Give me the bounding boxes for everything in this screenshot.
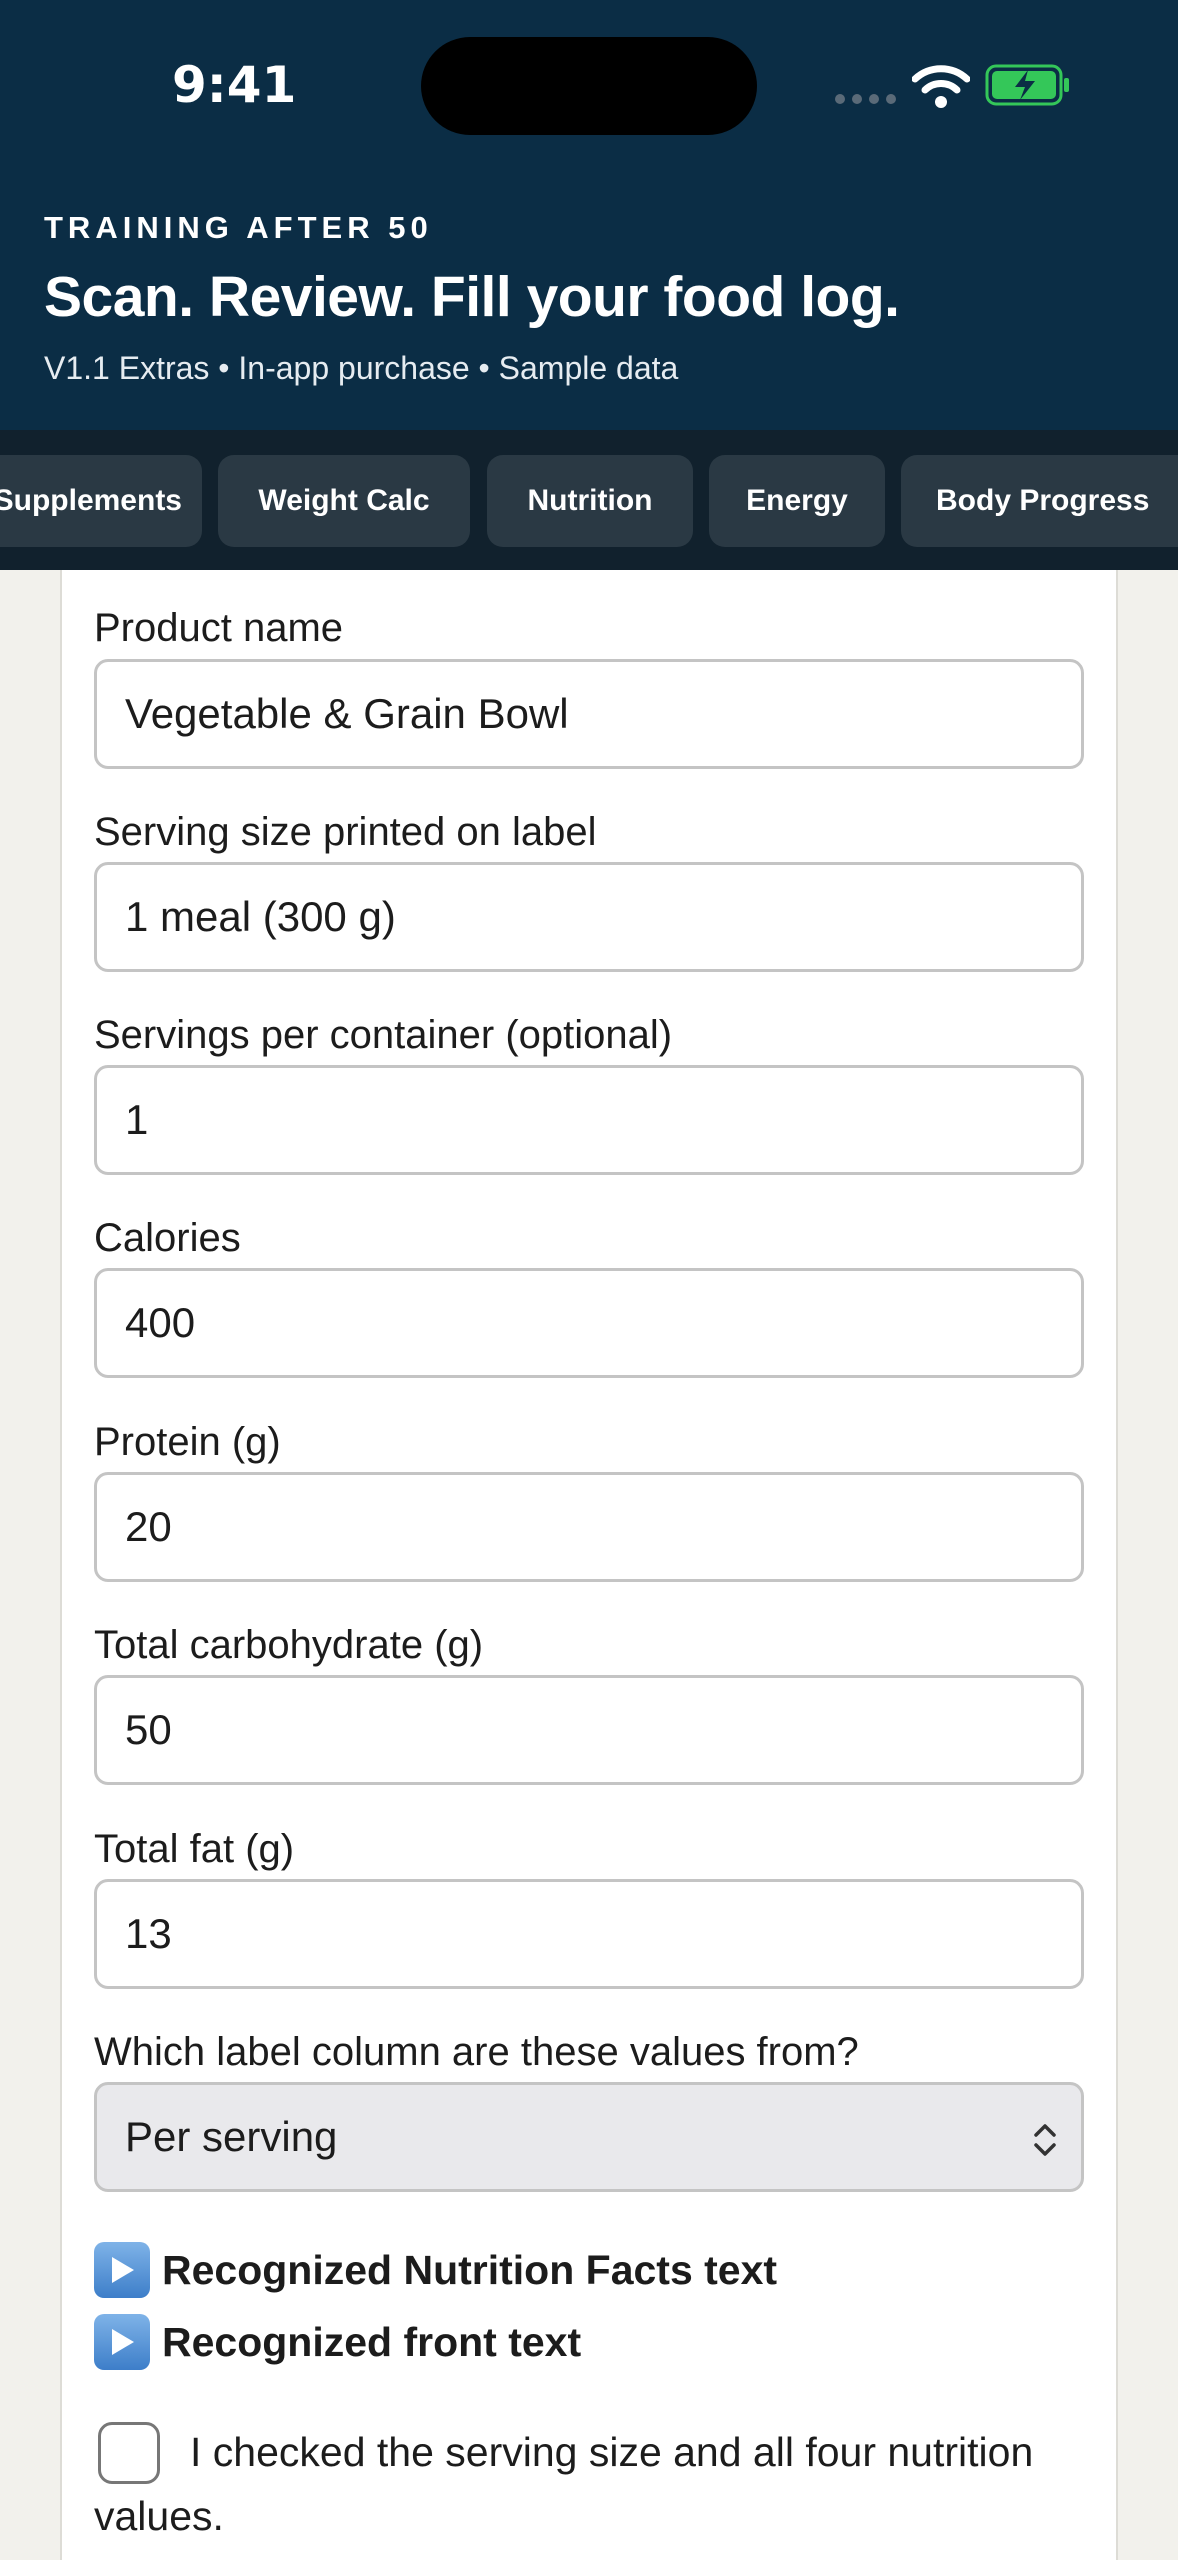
calories-label: Calories	[94, 1216, 241, 1260]
label-column-selected: Per serving	[125, 2113, 338, 2160]
servings-per-container-input[interactable]	[94, 1065, 1084, 1175]
scroll-content[interactable]: Product name Serving size printed on lab…	[0, 570, 1178, 2560]
disclosure-play-icon	[94, 2242, 150, 2298]
tab-bar: Supplements Weight Calc Nutrition Energy…	[0, 430, 1178, 570]
recognized-front-toggle[interactable]: Recognized front text	[94, 2314, 581, 2370]
label-column-label: Which label column are these values from…	[94, 2030, 859, 2074]
carbohydrate-input[interactable]	[94, 1675, 1084, 1785]
tab-energy[interactable]: Energy	[709, 455, 885, 547]
wifi-icon	[912, 65, 970, 108]
recognized-nutrition-label: Recognized Nutrition Facts text	[162, 2246, 778, 2293]
confirm-checkbox[interactable]	[98, 2422, 160, 2484]
carbohydrate-label: Total carbohydrate (g)	[94, 1623, 484, 1667]
protein-label: Protein (g)	[94, 1420, 281, 1464]
recognized-nutrition-toggle[interactable]: Recognized Nutrition Facts text	[94, 2242, 777, 2298]
tab-nutrition[interactable]: Nutrition	[487, 455, 693, 547]
tab-body-progress[interactable]: Body Progress	[901, 455, 1178, 547]
chevron-up-down-icon	[1034, 2124, 1056, 2156]
status-time: 9:41	[172, 56, 297, 114]
header-subtitle: V1.1 Extras • In-app purchase • Sample d…	[44, 350, 679, 386]
disclosure-play-icon	[94, 2314, 150, 2370]
product-name-label: Product name	[94, 606, 344, 650]
tab-weight-calc[interactable]: Weight Calc	[218, 455, 470, 547]
app-header: 9:41 TRAINING AFTER 50 Scan. Review. Fil…	[0, 0, 1178, 430]
calories-input[interactable]	[94, 1268, 1084, 1378]
confirm-checkbox-label: I checked the serving size and all four …	[94, 2429, 1034, 2539]
serving-size-input[interactable]	[94, 862, 1084, 972]
tab-supplements[interactable]: Supplements	[0, 455, 202, 547]
fat-input[interactable]	[94, 1879, 1084, 1989]
page-title: Scan. Review. Fill your food log.	[44, 265, 900, 329]
protein-input[interactable]	[94, 1472, 1084, 1582]
serving-size-label: Serving size printed on label	[94, 810, 597, 854]
dynamic-island	[421, 37, 757, 135]
recognized-front-label: Recognized front text	[162, 2318, 582, 2365]
product-name-input[interactable]	[94, 659, 1084, 769]
header-eyebrow: TRAINING AFTER 50	[44, 210, 433, 245]
cellular-signal-icon	[835, 94, 896, 104]
fat-label: Total fat (g)	[94, 1827, 295, 1871]
servings-per-container-label: Servings per container (optional)	[94, 1013, 673, 1057]
battery-charging-icon	[985, 64, 1069, 106]
label-column-select[interactable]: Per serving	[94, 2082, 1084, 2192]
